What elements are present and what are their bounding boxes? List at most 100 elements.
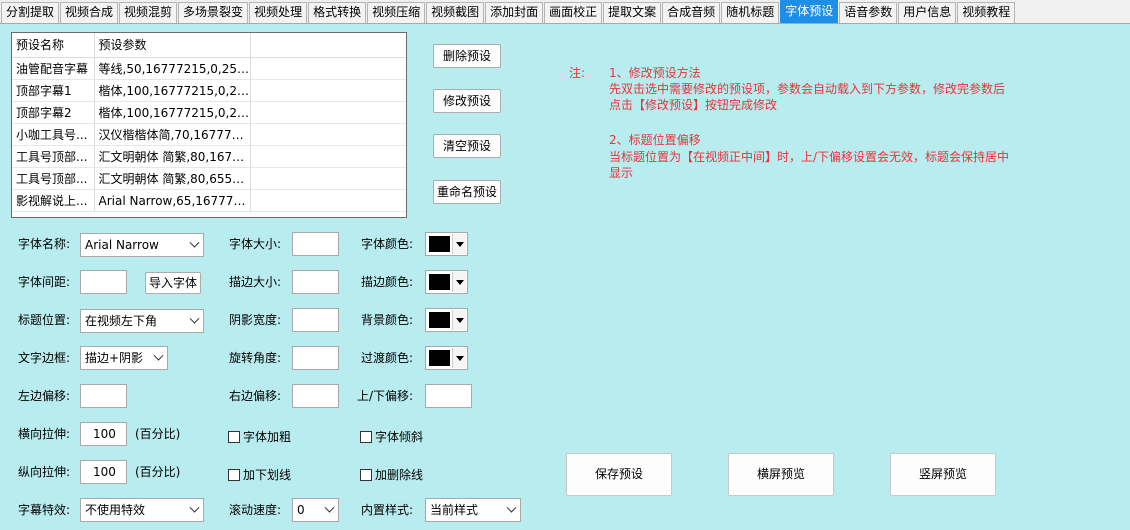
delete-preset-button[interactable]: 删除预设 [433,44,501,68]
shadow-width-input[interactable] [292,308,339,332]
checkbox-box[interactable] [228,430,240,443]
preset-row[interactable]: 小咖工具号...汉仪楷楷体简,70,16777215,0,255,0,真,假,假… [12,123,406,146]
checkbox-box[interactable] [360,468,372,481]
import-font-button[interactable]: 导入字体 [145,272,201,294]
note-item1-line1: 先双击选中需要修改的预设项，参数会自动载入到下方参数，修改完参数后 [609,82,1006,96]
preset-row[interactable]: 油管配音字幕等线,50,16777215,0,255,0,真,假,假,100,1… [12,57,406,80]
preset-params-cell: 楷体,100,16777215,0,255,0,真,假,假,100,100,0,… [94,79,251,102]
italic-checkbox[interactable]: 字体倾斜 [360,428,423,445]
strikethrough-checkbox-label: 加删除线 [375,468,424,482]
tab-2[interactable]: 视频混剪 [119,2,178,23]
portrait-preview-button[interactable]: 竖屏预览 [890,453,996,496]
left-offset-input[interactable] [80,384,127,408]
tab-7[interactable]: 视频截图 [426,2,485,23]
effect-label: 字幕特效: [18,503,71,517]
stroke-size-input[interactable] [292,270,339,294]
chevron-down-icon [189,313,200,324]
tab-1[interactable]: 视频合成 [60,2,119,23]
effect-value: 不使用特效 [85,503,146,517]
scroll-speed-select[interactable]: 0 [292,498,339,522]
stroke-size-label: 描边大小: [229,275,282,289]
tab-12[interactable]: 随机标题 [721,2,780,23]
h-stretch-input[interactable]: 100 [80,422,127,446]
preset-table: 预设名称 预设参数 油管配音字幕等线,50,16777215,0,255,0,真… [12,33,406,212]
tab-6[interactable]: 视频压缩 [367,2,426,23]
underline-checkbox[interactable]: 加下划线 [228,466,291,483]
scroll-speed-label: 滚动速度: [229,503,282,517]
tab-8[interactable]: 添加封面 [485,2,544,23]
color-swatch [429,274,450,290]
preset-row[interactable]: 顶部字幕1楷体,100,16777215,0,255,0,真,假,假,100,1… [12,79,406,102]
preset-empty-cell [250,123,406,146]
vertical-offset-input[interactable] [425,384,472,408]
effect-select[interactable]: 不使用特效 [80,498,204,522]
tab-16[interactable]: 视频教程 [957,2,1016,23]
bg-color-label: 背景颜色: [361,313,414,327]
tab-9[interactable]: 画面校正 [544,2,603,23]
font-size-label: 字体大小: [229,237,282,251]
v-stretch-label: 纵向拉伸: [18,465,71,479]
modify-preset-button[interactable]: 修改预设 [433,89,501,113]
tab-11[interactable]: 合成音频 [662,2,721,23]
tab-5[interactable]: 格式转换 [308,2,367,23]
spacing-input[interactable] [80,270,127,294]
checkbox-box[interactable] [228,468,240,481]
preset-row[interactable]: 工具号顶部...汇文明朝体 简繁,80,16777215,16777215,16… [12,145,406,168]
italic-checkbox-label: 字体倾斜 [375,430,424,444]
bg-color-picker[interactable] [425,308,468,332]
column-header-name[interactable]: 预设名称 [12,33,95,58]
transition-color-picker[interactable] [425,346,468,370]
tab-13[interactable]: 字体预设 [780,0,839,23]
text-border-label: 文字边框: [18,351,71,365]
preset-list[interactable]: 预设名称 预设参数 油管配音字幕等线,50,16777215,0,255,0,真… [11,32,407,218]
font-color-label: 字体颜色: [361,237,414,251]
dropdown-arrow-icon [452,272,466,292]
tab-10[interactable]: 提取文案 [603,2,662,23]
tab-4[interactable]: 视频处理 [249,2,308,23]
tab-14[interactable]: 语音参数 [839,2,898,23]
builtin-style-select[interactable]: 当前样式 [425,498,521,522]
h-stretch-unit: (百分比) [135,427,181,441]
font-name-select[interactable]: Arial Narrow [80,233,204,257]
stroke-color-label: 描边颜色: [361,275,414,289]
font-name-value: Arial Narrow [85,238,159,252]
underline-checkbox-label: 加下划线 [243,468,292,482]
left-offset-label: 左边偏移: [18,389,71,403]
preset-name-cell: 工具号顶部... [12,167,95,190]
tab-15[interactable]: 用户信息 [898,2,957,23]
preset-name-cell: 工具号顶部... [12,145,95,168]
builtin-style-value: 当前样式 [430,503,479,517]
preset-params-cell: 汇文明朝体 简繁,80,65535,16777215,16777215,16..… [94,167,251,190]
stroke-color-picker[interactable] [425,270,468,294]
preset-params-cell: 汉仪楷楷体简,70,16777215,0,255,0,真,假,假,假,100,.… [94,123,251,146]
font-color-picker[interactable] [425,232,468,256]
column-header-empty [250,33,406,58]
landscape-preview-button[interactable]: 横屏预览 [728,453,834,496]
column-header-params[interactable]: 预设参数 [94,33,251,58]
bold-checkbox[interactable]: 字体加粗 [228,428,291,445]
rename-preset-button[interactable]: 重命名预设 [433,180,501,204]
strikethrough-checkbox[interactable]: 加删除线 [360,466,423,483]
rotate-input[interactable] [292,346,339,370]
tab-3[interactable]: 多场景裂变 [178,2,249,23]
right-offset-input[interactable] [292,384,339,408]
rotate-label: 旋转角度: [229,351,282,365]
title-position-label: 标题位置: [18,313,71,327]
font-size-input[interactable] [292,232,339,256]
transition-color-label: 过渡颜色: [361,351,414,365]
preset-row[interactable]: 影视解说上...Arial Narrow,65,16777215,0,0,0,真… [12,189,406,212]
tab-0[interactable]: 分割提取 [1,2,60,23]
preset-row[interactable]: 顶部字幕2楷体,100,16777215,0,255,0,真,假,假,100,1… [12,101,406,124]
text-border-select[interactable]: 描边+阴影 [80,346,168,370]
checkbox-box[interactable] [360,430,372,443]
preset-name-cell: 顶部字幕1 [12,79,95,102]
v-stretch-input[interactable]: 100 [80,460,127,484]
preset-params-cell: 楷体,100,16777215,0,255,0,真,假,假,100,100,0,… [94,101,251,124]
title-position-select[interactable]: 在视频左下角 [80,309,204,333]
chevron-down-icon [189,237,200,248]
preset-row[interactable]: 工具号顶部...汇文明朝体 简繁,80,65535,16777215,16777… [12,167,406,190]
save-preset-button[interactable]: 保存预设 [566,453,672,496]
chevron-down-icon [153,350,164,361]
shadow-width-label: 阴影宽度: [229,313,282,327]
clear-preset-button[interactable]: 清空预设 [433,134,501,158]
